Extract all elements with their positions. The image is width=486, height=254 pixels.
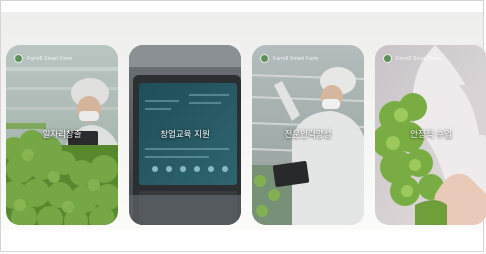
card-label: 전문인력양성 [284, 130, 332, 140]
brand-name: Farm8 Smart Farm [396, 55, 442, 62]
brand-badge: Farm8 Smart Farm [383, 54, 441, 63]
brand-badge: Farm8 Smart Farm [14, 54, 72, 63]
card-stable-income[interactable]: Farm8 Smart Farm 안정적 수입 [375, 45, 486, 225]
brand-logo-icon [14, 54, 23, 63]
brand-badge: Farm8 Smart Farm [260, 54, 318, 63]
brand-logo-icon [260, 54, 269, 63]
card-label: 안정적 수입 [410, 130, 452, 140]
brand-name: Farm8 Smart Farm [273, 55, 319, 62]
card-label: 창업교육 지원 [160, 130, 210, 140]
brand-logo-icon [383, 54, 392, 63]
card-startup-education[interactable]: 창업교육 지원 [129, 45, 241, 225]
card-label: 일자리창출 [42, 130, 82, 140]
card-job-creation[interactable]: Farm8 Smart Farm 일자리창출 [6, 45, 118, 225]
brand-name: Farm8 Smart Farm [27, 55, 73, 62]
card-expert-training[interactable]: Farm8 Smart Farm 전문인력양성 [252, 45, 364, 225]
